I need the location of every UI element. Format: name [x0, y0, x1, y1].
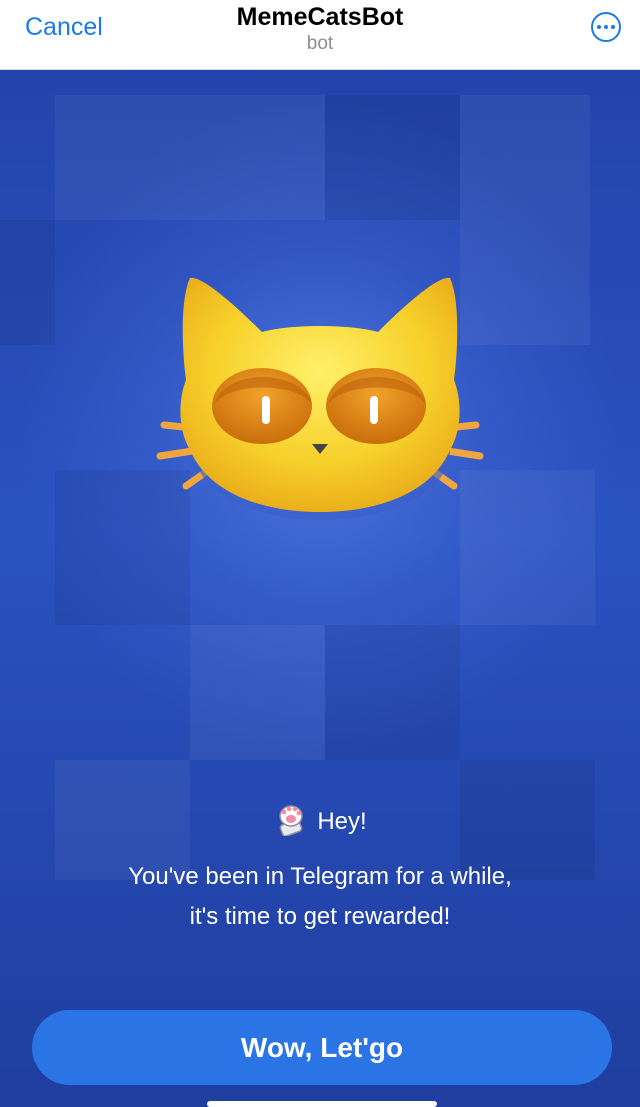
background-tile [0, 220, 55, 345]
cat-face-icon [150, 260, 490, 530]
more-options-icon[interactable] [591, 12, 621, 42]
greeting-text: Hey! [317, 807, 367, 835]
background-tile [460, 95, 590, 220]
background-tile [55, 95, 190, 220]
home-indicator [207, 1101, 437, 1107]
message-line-1: You've been in Telegram for a while, [128, 863, 512, 890]
top-bar: Cancel MemeCatsBot bot [0, 0, 640, 70]
bot-subtitle: bot [306, 33, 334, 54]
welcome-message: Hey! You've been in Telegram for a while… [0, 800, 640, 931]
background-tile [190, 625, 325, 760]
background-tile [325, 95, 460, 220]
background-tile [325, 625, 460, 760]
message-line-2: it's time to get rewarded! [189, 903, 451, 930]
paw-icon [273, 800, 309, 843]
webapp-content: Hey! You've been in Telegram for a while… [0, 70, 640, 1107]
bot-title: MemeCatsBot [236, 3, 404, 31]
background-tile [190, 95, 325, 220]
greeting-line: Hey! [0, 800, 640, 843]
lets-go-button[interactable]: Wow, Let'go [32, 1010, 612, 1085]
